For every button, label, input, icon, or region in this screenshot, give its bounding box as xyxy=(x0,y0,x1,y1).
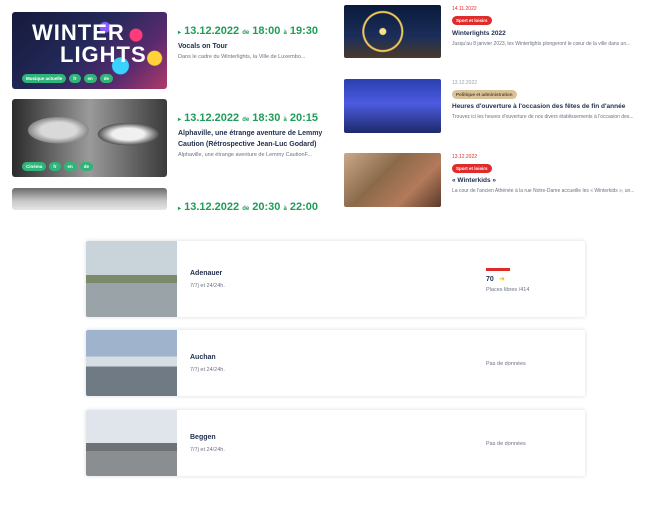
event-date-time: ▸ 13.12.2022 de 18:30 à 20:15 xyxy=(178,112,318,124)
tag-lang-de: de xyxy=(79,162,94,171)
event-start: 20:30 xyxy=(252,201,281,213)
event-desc: Alphaville, une étrange aventure de Lemm… xyxy=(178,152,312,158)
event-title[interactable]: Alphaville, une étrange aventure de Lemm… xyxy=(178,128,338,150)
event-date: 13.12.2022 xyxy=(184,25,240,37)
event-title[interactable]: Vocals on Tour xyxy=(178,41,338,52)
event-desc: Dans le cadre du Winterlights, la Ville … xyxy=(178,54,306,60)
event-image-alphaville[interactable]: Cinéma fr en de xyxy=(12,99,167,177)
news-image-winterkids[interactable] xyxy=(344,153,441,207)
event-image-winterlights[interactable]: WINTER LIGHTS Musique actuelle fr en de xyxy=(12,12,167,89)
parking-name[interactable]: Auchan xyxy=(190,354,216,361)
event-end: 19:30 xyxy=(289,25,319,37)
parking-status: Pas de données xyxy=(486,361,526,367)
news-image-winterlights[interactable] xyxy=(344,5,441,58)
from-label: de xyxy=(242,206,250,212)
logo-line-2: LIGHTS xyxy=(60,42,147,67)
from-label: de xyxy=(242,30,250,36)
parking-photo xyxy=(86,330,177,396)
news-category-badge: Sport et loisirs xyxy=(452,164,492,173)
date-prefix-icon: ▸ xyxy=(178,206,182,212)
parking-name[interactable]: Adenauer xyxy=(190,270,222,277)
occupancy-bar xyxy=(486,268,510,271)
event-tags: Cinéma fr en de xyxy=(22,162,94,171)
event-image-third[interactable] xyxy=(12,188,167,210)
to-label: à xyxy=(283,30,287,36)
date-prefix-icon: ▸ xyxy=(178,30,182,36)
news-title[interactable]: Winterlights 2022 xyxy=(452,30,652,37)
event-start: 18:00 xyxy=(252,25,281,37)
event-tags: Musique actuelle fr en de xyxy=(22,74,114,83)
to-label: à xyxy=(283,117,287,123)
event-date: 13.12.2022 xyxy=(184,201,240,213)
event-start: 18:30 xyxy=(252,112,281,124)
event-date: 13.12.2022 xyxy=(184,112,240,124)
news-desc: La cour de l'ancien Athénée à la rue Not… xyxy=(452,188,635,194)
parking-name[interactable]: Beggen xyxy=(190,434,216,441)
free-spaces-label: Places libres /414 xyxy=(486,287,530,293)
event-date-time: ▸ 13.12.2022 de 18:00 à 19:30 xyxy=(178,25,318,37)
tag-lang-en: en xyxy=(63,162,77,171)
news-title[interactable]: « Winterkids » xyxy=(452,177,652,184)
parking-photo xyxy=(86,241,177,317)
tag-category: Musique actuelle xyxy=(22,74,67,83)
news-desc: Jusqu'au 8 janvier 2023, les Winterlight… xyxy=(452,41,631,47)
event-date-time: ▸ 13.12.2022 de 20:30 à 22:00 xyxy=(178,201,318,213)
date-prefix-icon: ▸ xyxy=(178,117,182,123)
parking-card-auchan[interactable]: Auchan 7/7j et 24/24h. Pas de données xyxy=(86,330,585,396)
parking-status: Pas de données xyxy=(486,441,526,447)
from-label: de xyxy=(242,117,250,123)
parking-card-adenauer[interactable]: Adenauer 7/7j et 24/24h. 70 ➜ Places lib… xyxy=(86,241,585,317)
parking-photo xyxy=(86,410,177,476)
trend-arrow-icon: ➜ xyxy=(499,276,505,283)
event-end: 22:00 xyxy=(289,201,319,213)
parking-hours: 7/7j et 24/24h. xyxy=(190,283,225,289)
tag-lang-en: en xyxy=(83,74,97,83)
logo-line-1: WINTER xyxy=(32,20,125,45)
tag-lang-fr: fr xyxy=(49,162,61,171)
news-title[interactable]: Heures d'ouverture à l'occasion des fête… xyxy=(452,103,652,110)
tag-lang-de: de xyxy=(99,74,114,83)
parking-card-beggen[interactable]: Beggen 7/7j et 24/24h. Pas de données xyxy=(86,410,585,476)
news-date: 14.11.2022 xyxy=(452,6,477,12)
parking-hours: 7/7j et 24/24h. xyxy=(190,447,225,453)
news-category-badge: Politique et administration xyxy=(452,90,517,99)
news-date: 13.12.2022 xyxy=(452,80,478,86)
to-label: à xyxy=(283,206,287,212)
event-end: 20:15 xyxy=(289,112,319,124)
parking-hours: 7/7j et 24/24h. xyxy=(190,367,225,373)
winterlights-logo: WINTER LIGHTS xyxy=(32,22,147,66)
news-date: 13.12.2022 xyxy=(452,154,478,160)
free-spaces-count: 70 xyxy=(486,276,494,283)
news-desc: Trouvez ici les heures d'ouverture de no… xyxy=(452,114,634,120)
news-category-badge: Sport et loisirs xyxy=(452,16,492,25)
tag-lang-fr: fr xyxy=(69,74,81,83)
news-image-opening-hours[interactable] xyxy=(344,79,441,133)
tag-category: Cinéma xyxy=(22,162,47,171)
